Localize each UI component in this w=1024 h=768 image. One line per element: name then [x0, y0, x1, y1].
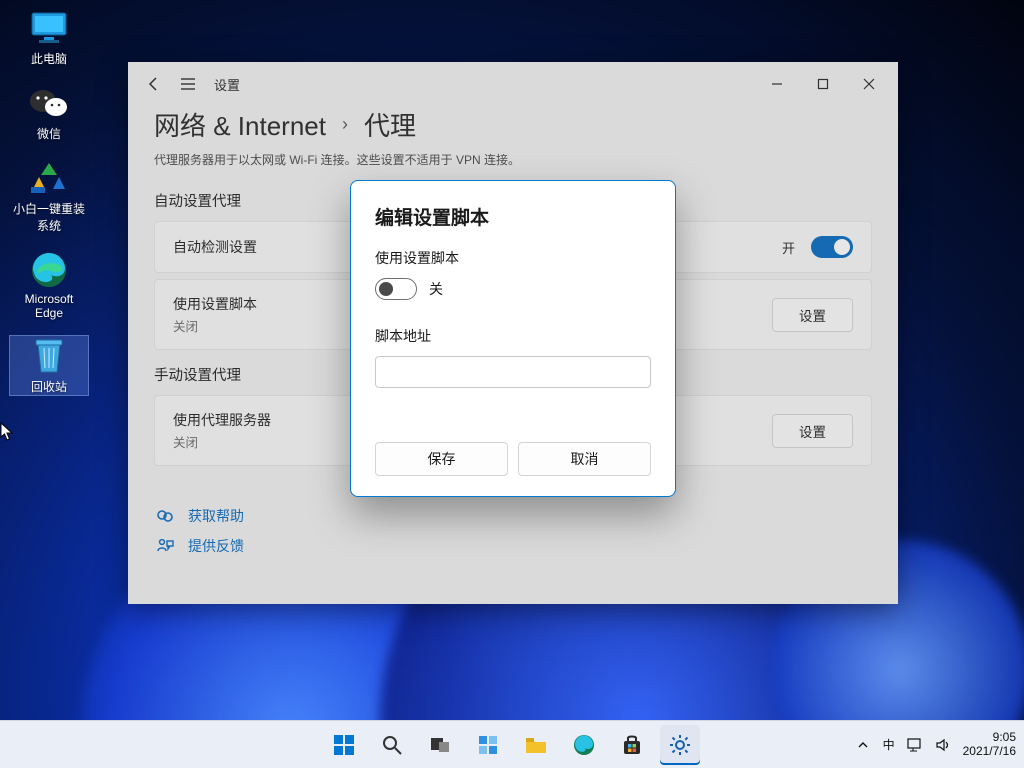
clock-date: 2021/7/16 — [963, 745, 1016, 759]
chevron-up-icon — [857, 739, 869, 751]
windows-logo-icon — [333, 734, 355, 756]
desktop-icon-xiaobai[interactable]: 小白一键重装系统 — [10, 158, 88, 234]
taskbar: 中 9:05 2021/7/16 — [0, 720, 1024, 768]
widgets-button[interactable] — [468, 725, 508, 765]
desktop-icons: 此电脑 微信 小白一键重装系统 Microsoft Edge 回收站 — [10, 8, 88, 395]
task-view-button[interactable] — [420, 725, 460, 765]
gear-icon — [669, 734, 691, 756]
use-script-toggle[interactable] — [375, 278, 417, 300]
save-button[interactable]: 保存 — [375, 442, 508, 476]
ime-indicator[interactable]: 中 — [883, 736, 895, 753]
settings-window: 设置 网络 & Internet › 代理 代理服务器用于以太网或 Wi-Fi … — [128, 62, 898, 604]
desktop-icon-recycle-bin[interactable]: 回收站 — [10, 336, 88, 395]
edge-button[interactable] — [564, 725, 604, 765]
desktop-icon-wechat[interactable]: 微信 — [10, 83, 88, 142]
monitor-icon — [29, 11, 69, 45]
dialog-label-script-address: 脚本地址 — [375, 326, 651, 346]
desktop-icon-label: 小白一键重装系统 — [10, 200, 88, 234]
script-address-input[interactable] — [375, 356, 651, 388]
toggle-state-label: 关 — [429, 279, 443, 299]
edit-script-dialog: 编辑设置脚本 使用设置脚本 关 脚本地址 保存 取消 — [350, 180, 676, 497]
dialog-scrim: 编辑设置脚本 使用设置脚本 关 脚本地址 保存 取消 — [128, 62, 898, 604]
task-view-icon — [429, 735, 451, 755]
start-button[interactable] — [324, 725, 364, 765]
file-explorer-button[interactable] — [516, 725, 556, 765]
dialog-title: 编辑设置脚本 — [375, 203, 651, 230]
edge-icon — [29, 250, 69, 290]
tray-overflow-button[interactable] — [855, 737, 871, 753]
widgets-icon — [477, 734, 499, 756]
desktop-icon-label: 微信 — [37, 125, 61, 142]
recycle-bin-icon — [32, 336, 66, 376]
store-button[interactable] — [612, 725, 652, 765]
desktop-icon-label: 回收站 — [31, 378, 67, 395]
volume-icon[interactable] — [935, 737, 951, 753]
dialog-label-use-script: 使用设置脚本 — [375, 248, 651, 268]
desktop-icon-this-pc[interactable]: 此电脑 — [10, 8, 88, 67]
mouse-cursor-icon — [0, 422, 14, 442]
system-tray: 中 9:05 2021/7/16 — [855, 721, 1016, 768]
cancel-button[interactable]: 取消 — [518, 442, 651, 476]
recycle-arrows-icon — [29, 159, 69, 197]
search-button[interactable] — [372, 725, 412, 765]
network-icon[interactable] — [907, 737, 923, 753]
taskbar-center — [324, 725, 700, 765]
desktop-icon-edge[interactable]: Microsoft Edge — [10, 250, 88, 320]
store-icon — [621, 734, 643, 756]
clock-time: 9:05 — [993, 731, 1016, 745]
settings-taskbar-button[interactable] — [660, 725, 700, 765]
edge-icon — [573, 734, 595, 756]
search-icon — [381, 734, 403, 756]
desktop-icon-label: 此电脑 — [31, 50, 67, 67]
folder-icon — [524, 735, 548, 755]
wechat-icon — [28, 85, 70, 121]
clock[interactable]: 9:05 2021/7/16 — [963, 731, 1016, 759]
desktop-icon-label: Microsoft Edge — [10, 292, 88, 320]
